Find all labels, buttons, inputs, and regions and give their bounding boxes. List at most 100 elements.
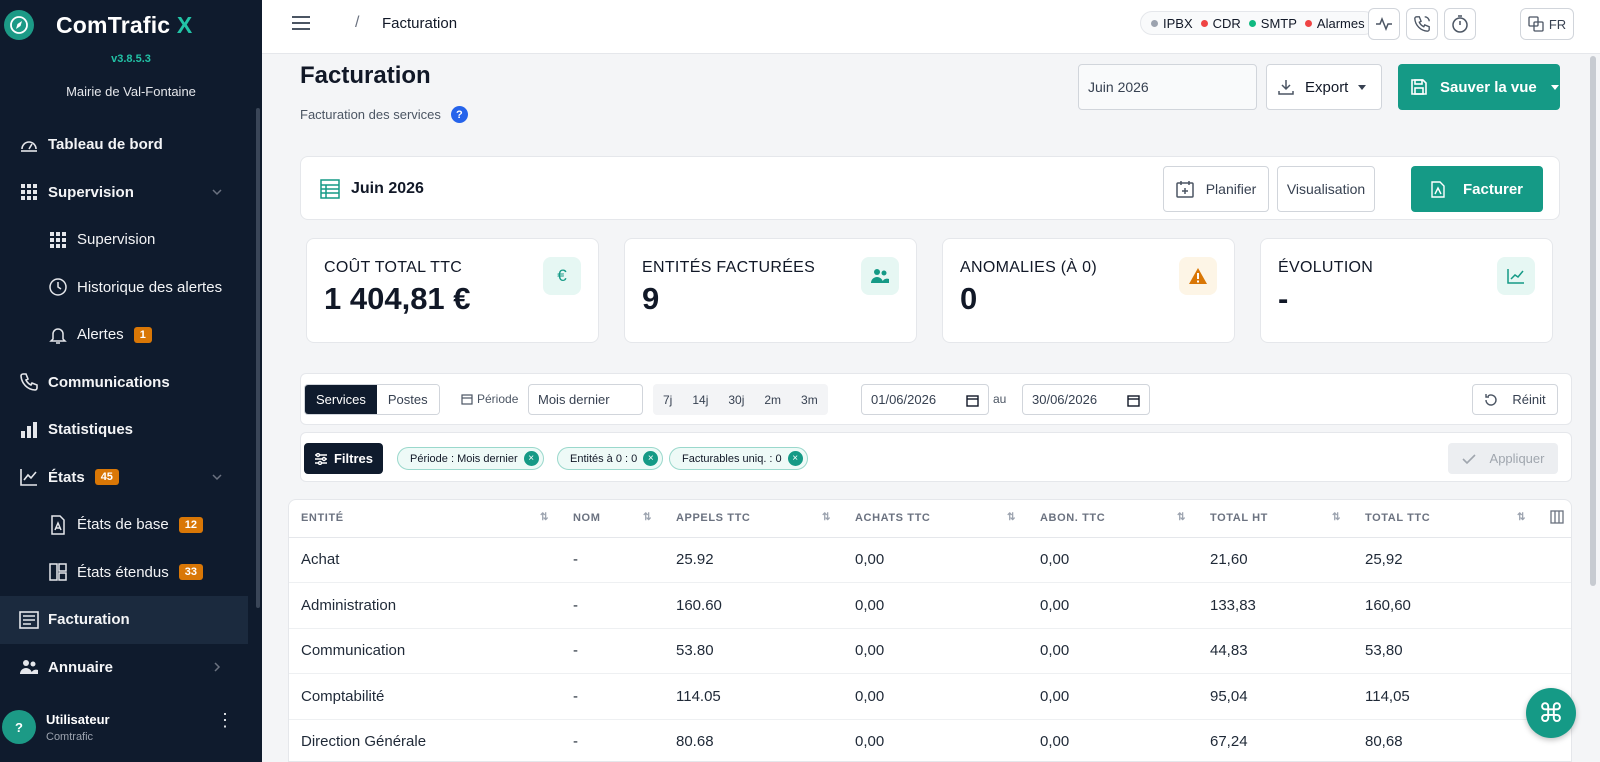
month-picker[interactable]: Juin 2026 — [1078, 64, 1257, 110]
user-name: Utilisateur — [46, 711, 110, 727]
table-cell: 95,04 — [1198, 673, 1353, 720]
sidebar-item-supervision[interactable]: Supervision — [0, 169, 258, 217]
range-3m[interactable]: 3m — [791, 393, 828, 407]
help-icon[interactable]: ? — [450, 106, 468, 123]
column-chooser[interactable] — [1538, 500, 1571, 538]
table-row[interactable]: Comptabilité -114.05 0,00 0,00 95,04 114,05 — [289, 673, 1571, 720]
visualisation-button[interactable]: Visualisation — [1277, 166, 1375, 212]
table-row[interactable]: Communication -53.80 0,00 0,00 44,83 53,80 — [289, 628, 1571, 674]
sidebar-item-alertes[interactable]: Alertes 1 — [0, 311, 258, 359]
sidebar-item-facturation[interactable]: Facturation — [0, 596, 248, 644]
chevron-down-icon[interactable] — [210, 185, 224, 199]
column-header-abon-ttc[interactable]: ABON. TTC ⇅ — [1028, 500, 1198, 538]
close-icon[interactable]: × — [643, 451, 659, 466]
menu-icon[interactable] — [292, 16, 310, 30]
sidebar: ComTrafic X v3.8.5.3 Mairie de Val-Fonta… — [0, 0, 262, 762]
sidebar-item-label: Supervision — [48, 183, 134, 201]
save-view-label: Sauver la vue — [1440, 78, 1537, 96]
status-dot — [1200, 19, 1208, 27]
period-select[interactable]: Mois dernier — [528, 384, 643, 415]
export-button[interactable]: Export — [1266, 64, 1382, 110]
columns-icon[interactable] — [1550, 510, 1564, 524]
column-header-total-ttc[interactable]: TOTAL TTC ⇅ — [1353, 500, 1538, 538]
column-header-total-ht[interactable]: TOTAL HT ⇅ — [1198, 500, 1353, 538]
compass-logo-icon — [4, 10, 34, 40]
table-cell: 25,92 — [1353, 537, 1538, 583]
column-header-achats-ttc[interactable]: ACHATS TTC ⇅ — [843, 500, 1028, 538]
sort-icon[interactable]: ⇅ — [1517, 512, 1526, 523]
sort-icon[interactable]: ⇅ — [643, 512, 652, 523]
sidebar-item-etats-etendus[interactable]: États étendus 33 — [0, 549, 258, 597]
range-7j[interactable]: 7j — [653, 393, 682, 407]
filter-chip-periode[interactable]: Période : Mois dernier × — [397, 447, 544, 470]
apply-button[interactable]: Appliquer — [1448, 443, 1558, 474]
tab-postes[interactable]: Postes — [376, 385, 439, 414]
range-2m[interactable]: 2m — [754, 393, 791, 407]
timer-button[interactable] — [1444, 8, 1476, 40]
sort-icon[interactable]: ⇅ — [1177, 512, 1186, 523]
sidebar-item-annuaire[interactable]: Annuaire — [0, 644, 258, 692]
command-palette-button[interactable]: ⌘ — [1526, 688, 1576, 738]
date-from-value: 01/06/2026 — [871, 392, 937, 407]
check-icon — [1461, 453, 1476, 464]
call-button[interactable] — [1406, 8, 1438, 40]
sidebar-item-supervision-sub[interactable]: Supervision — [0, 216, 258, 264]
filter-chip-entites[interactable]: Entités à 0 : 0 × — [557, 447, 664, 470]
sort-icon[interactable]: ⇅ — [1332, 512, 1341, 523]
column-header-entite[interactable]: ENTITÉ ⇅ — [289, 500, 561, 538]
calendar-icon[interactable] — [1127, 394, 1140, 407]
calendar-icon[interactable] — [966, 394, 979, 407]
reset-button[interactable]: Réinit — [1472, 384, 1558, 415]
table-row[interactable]: Direction Générale -80.68 0,00 0,00 67,24 80,… — [289, 719, 1571, 761]
table-row[interactable]: Achat -25.92 0,00 0,00 21,60 25,92 — [289, 537, 1571, 583]
command-icon: ⌘ — [1538, 697, 1564, 728]
language-switcher[interactable]: FR — [1520, 8, 1574, 40]
kpi-label: ENTITÉS FACTURÉES — [642, 259, 816, 276]
apply-label: Appliquer — [1489, 451, 1545, 466]
table-cell: 114.05 — [664, 673, 843, 720]
date-to-input[interactable]: 30/06/2026 — [1022, 384, 1150, 415]
tab-services[interactable]: Services — [305, 385, 377, 414]
sidebar-item-historique-alertes[interactable]: Historique des alertes — [0, 264, 258, 312]
table-cell: 21,60 — [1198, 537, 1353, 583]
page-scrollbar[interactable] — [1590, 56, 1596, 586]
chevron-down-icon[interactable] — [210, 470, 224, 484]
sort-icon[interactable]: ⇅ — [540, 512, 549, 523]
more-vertical-icon[interactable]: ⋮ — [216, 710, 234, 731]
sidebar-item-etats-de-base[interactable]: États de base 12 — [0, 501, 258, 549]
table-row[interactable]: Administration -160.60 0,00 0,00 133,83 160,6… — [289, 582, 1571, 629]
sidebar-item-label: Statistiques — [48, 421, 134, 439]
brand[interactable]: ComTrafic X — [0, 0, 262, 50]
user-profile[interactable]: ? Utilisateur Comtrafic ⋮ — [0, 692, 262, 762]
range-30j[interactable]: 30j — [718, 393, 754, 407]
bar-chart-icon — [18, 419, 40, 441]
close-icon[interactable]: × — [787, 451, 803, 466]
column-header-nom[interactable]: NOM ⇅ — [561, 500, 664, 538]
sort-icon[interactable]: ⇅ — [822, 512, 831, 523]
activity-button[interactable] — [1368, 8, 1400, 40]
table-cell: - — [561, 628, 664, 674]
sidebar-item-statistiques[interactable]: Statistiques — [0, 406, 258, 454]
sort-icon[interactable]: ⇅ — [1007, 512, 1016, 523]
save-view-button[interactable]: Sauver la vue — [1398, 64, 1560, 110]
date-from-input[interactable]: 01/06/2026 — [861, 384, 989, 415]
kpi-value: - — [1278, 281, 1289, 316]
filter-chip-facturables[interactable]: Facturables uniq. : 0 × — [669, 447, 808, 470]
chevron-right-icon[interactable] — [210, 660, 224, 674]
range-14j[interactable]: 14j — [682, 393, 718, 407]
reset-icon — [1485, 393, 1498, 406]
planifier-button[interactable]: Planifier — [1163, 166, 1269, 212]
column-header-appels-ttc[interactable]: APPELS TTC ⇅ — [664, 500, 843, 538]
sidebar-item-communications[interactable]: Communications — [0, 359, 258, 407]
sidebar-item-tableau-de-bord[interactable]: Tableau de bord — [0, 121, 258, 169]
table-cell-empty — [1538, 582, 1571, 629]
filters-button[interactable]: Filtres — [304, 443, 383, 474]
table-cell: - — [561, 719, 664, 761]
sidebar-nav: Tableau de bord Supervision Supervision … — [0, 121, 258, 691]
sidebar-scrollbar[interactable] — [256, 108, 260, 608]
facturer-button[interactable]: Facturer — [1411, 166, 1543, 212]
history-icon — [47, 276, 69, 298]
close-icon[interactable]: × — [523, 451, 539, 466]
service-status[interactable]: IPBX CDR SMTP Alarmes — [1140, 11, 1376, 35]
sidebar-item-etats[interactable]: États 45 — [0, 454, 258, 502]
